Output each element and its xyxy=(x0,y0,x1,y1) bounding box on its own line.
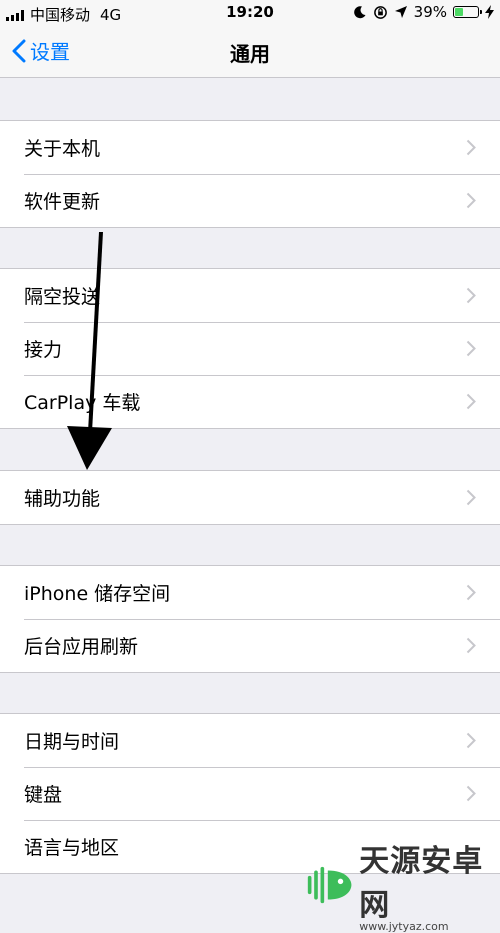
settings-row-label: 语言与地区 xyxy=(24,837,120,859)
settings-row-label: CarPlay 车载 xyxy=(24,392,141,414)
status-bar: 中国移动 4G 19:20 39% xyxy=(0,0,500,26)
settings-row-label: 隔空投送 xyxy=(24,286,101,308)
settings-row-label: 软件更新 xyxy=(24,191,101,213)
orientation-lock-icon xyxy=(373,5,387,19)
android-logo-icon xyxy=(307,866,352,903)
settings-row-label: 关于本机 xyxy=(24,138,101,160)
settings-group-continuity: 隔空投送 接力 CarPlay 车载 xyxy=(0,268,500,429)
settings-row-keyboard[interactable]: 键盘 xyxy=(0,767,500,820)
battery-fill xyxy=(455,8,464,16)
settings-row-software-update[interactable]: 软件更新 xyxy=(0,174,500,227)
battery-percent: 39% xyxy=(413,3,447,21)
navigation-bar: 设置 通用 xyxy=(0,26,500,78)
settings-row-label: iPhone 储存空间 xyxy=(24,583,171,605)
chevron-right-icon xyxy=(466,785,476,802)
chevron-right-icon xyxy=(466,287,476,304)
settings-row-label: 辅助功能 xyxy=(24,488,101,510)
battery-icon xyxy=(453,6,482,18)
chevron-right-icon xyxy=(466,192,476,209)
chevron-right-icon xyxy=(466,637,476,654)
chevron-right-icon xyxy=(466,489,476,506)
settings-group-about: 关于本机 软件更新 xyxy=(0,120,500,228)
watermark: 天源安卓网 www.jytyaz.com xyxy=(306,836,500,933)
location-icon xyxy=(394,6,407,18)
settings-row-carplay[interactable]: CarPlay 车载 xyxy=(0,375,500,428)
charging-bolt-icon xyxy=(485,5,494,19)
settings-group-storage: iPhone 储存空间 后台应用刷新 xyxy=(0,565,500,673)
settings-row-label: 接力 xyxy=(24,339,63,361)
settings-row-about[interactable]: 关于本机 xyxy=(0,121,500,174)
page-title: 通用 xyxy=(230,42,270,66)
settings-group-accessibility: 辅助功能 xyxy=(0,470,500,525)
watermark-title: 天源安卓网 xyxy=(359,844,484,923)
settings-row-airdrop[interactable]: 隔空投送 xyxy=(0,269,500,322)
settings-row-handoff[interactable]: 接力 xyxy=(0,322,500,375)
chevron-right-icon xyxy=(466,584,476,601)
chevron-right-icon xyxy=(466,732,476,749)
status-right: 39% xyxy=(353,3,494,21)
watermark-text: 天源安卓网 www.jytyaz.com xyxy=(359,836,500,933)
settings-row-label: 日期与时间 xyxy=(24,731,120,753)
chevron-right-icon xyxy=(466,393,476,410)
settings-row-label: 键盘 xyxy=(24,784,63,806)
settings-row-iphone-storage[interactable]: iPhone 储存空间 xyxy=(0,566,500,619)
chevron-right-icon xyxy=(466,139,476,156)
settings-row-accessibility[interactable]: 辅助功能 xyxy=(0,471,500,524)
settings-row-background-app-refresh[interactable]: 后台应用刷新 xyxy=(0,619,500,672)
watermark-url: www.jytyaz.com xyxy=(359,920,449,933)
chevron-right-icon xyxy=(466,340,476,357)
settings-row-label: 后台应用刷新 xyxy=(24,636,139,658)
moon-icon xyxy=(353,6,366,19)
settings-row-date-time[interactable]: 日期与时间 xyxy=(0,714,500,767)
